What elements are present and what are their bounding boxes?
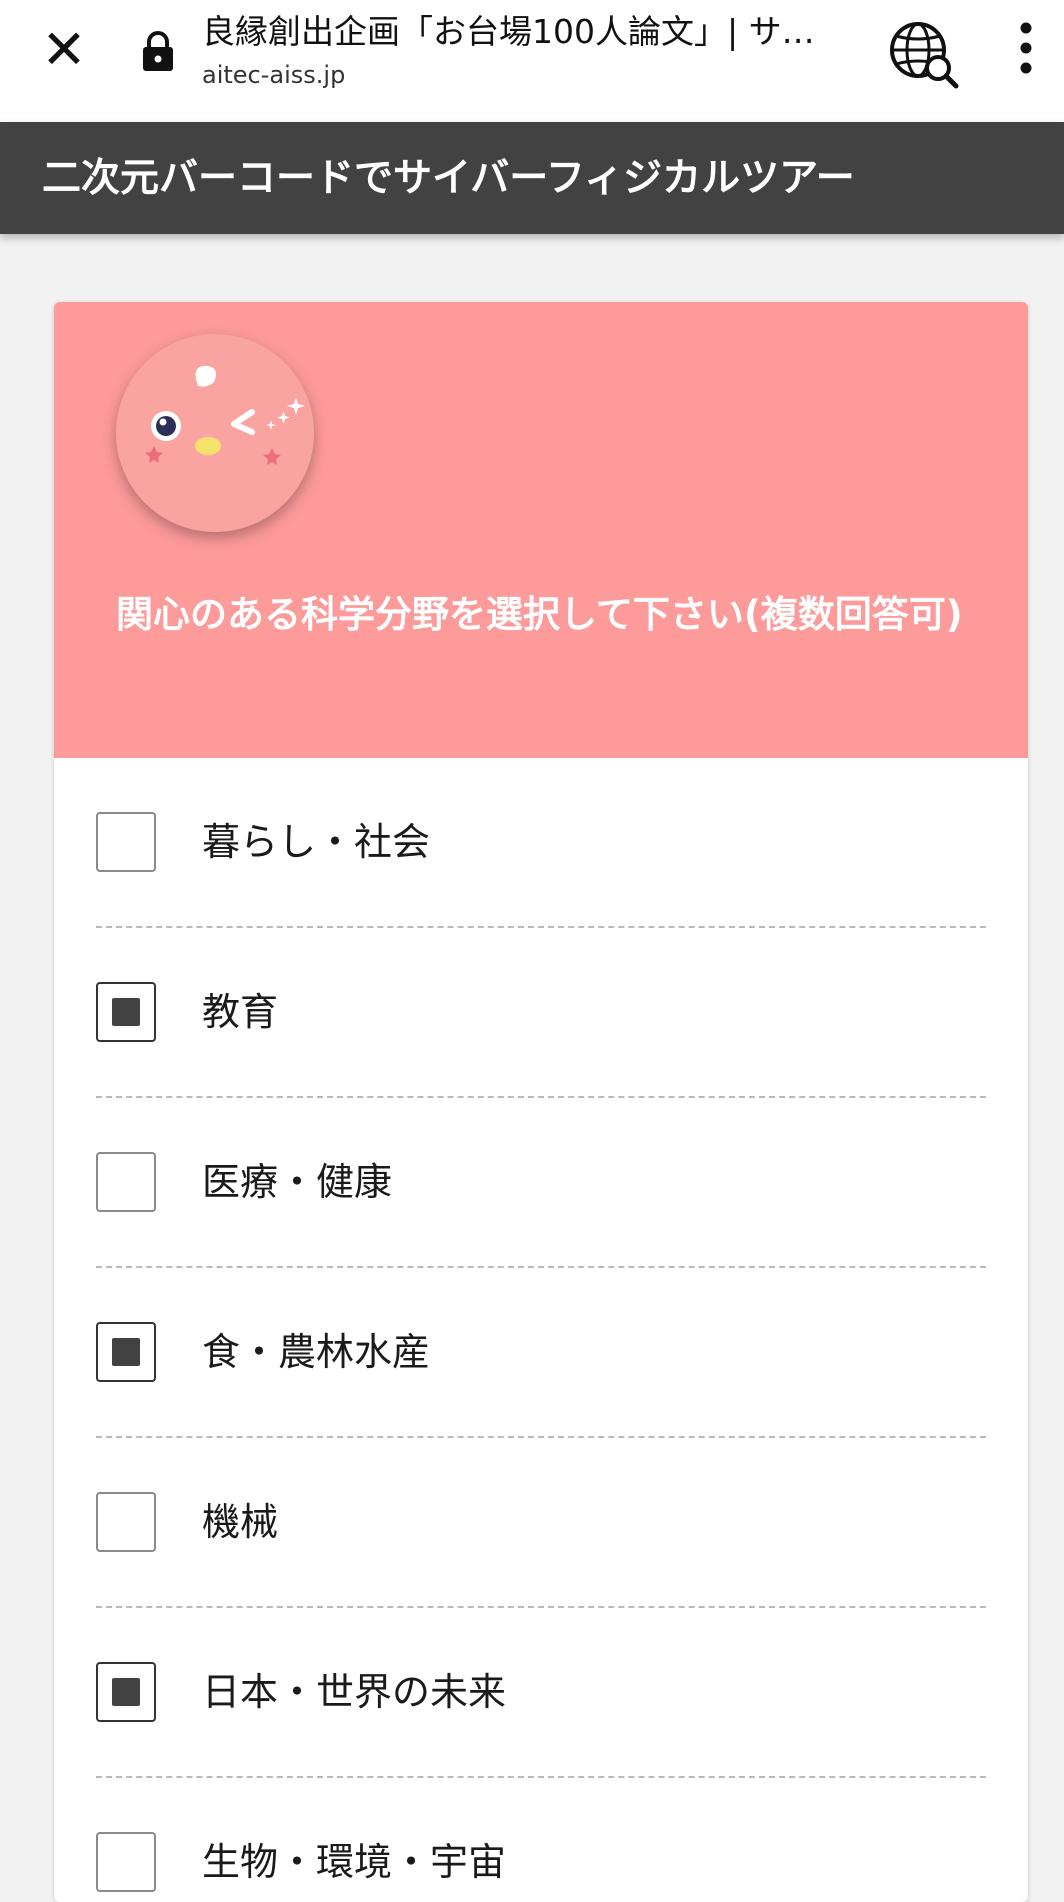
option-item[interactable]: 教育 [96, 928, 986, 1098]
question-text: 関心のある科学分野を選択して下さい(複数回答可) [116, 593, 963, 636]
option-label[interactable]: 日本・世界の未来 [202, 1666, 506, 1718]
option-item[interactable]: 暮らし・社会 [96, 758, 986, 928]
option-label[interactable]: 医療・健康 [202, 1156, 392, 1208]
option-label[interactable]: 教育 [202, 986, 278, 1038]
page-title[interactable]: 良縁創出企画「お台場100人論文」| サ… [202, 8, 862, 56]
option-item[interactable]: 医療・健康 [96, 1098, 986, 1268]
checkmark-icon [112, 1338, 140, 1366]
options-list: 暮らし・社会 教育医療・健康食・農林水産 機械日本・世界の未来 生物・環境・宇宙 [96, 758, 986, 1902]
option-checkbox[interactable] [96, 1152, 156, 1212]
option-checkbox[interactable] [96, 1662, 156, 1722]
site-title: 二次元バーコードでサイバーフィジカルツアー [42, 156, 855, 201]
option-checkbox[interactable] [96, 1492, 156, 1552]
checkmark-icon [112, 998, 140, 1026]
option-label[interactable]: 生物・環境・宇宙 [202, 1836, 506, 1888]
question-header: 関心のある科学分野を選択して下さい(複数回答可) [54, 302, 1028, 758]
checkmark-icon [112, 1678, 140, 1706]
option-label[interactable]: 食・農林水産 [202, 1326, 430, 1378]
option-item[interactable]: 機械 [96, 1438, 986, 1608]
option-checkbox[interactable] [96, 812, 156, 872]
option-checkbox[interactable] [96, 982, 156, 1042]
option-checkbox[interactable] [96, 1832, 156, 1892]
option-checkbox[interactable] [96, 1322, 156, 1382]
browser-toolbar: ✕ 良縁創出企画「お台場100人論文」| サ… aitec-aiss.jp [0, 0, 1064, 122]
option-item[interactable]: 生物・環境・宇宙 [96, 1778, 986, 1902]
more-vert-icon[interactable] [1006, 18, 1046, 82]
option-item[interactable]: 日本・世界の未来 [96, 1608, 986, 1778]
question-card: 関心のある科学分野を選択して下さい(複数回答可) 暮らし・社会 教育医療・健康食・… [54, 302, 1028, 1902]
option-label[interactable]: 機械 [202, 1496, 278, 1548]
close-icon[interactable]: ✕ [36, 22, 92, 78]
mascot-avatar [116, 334, 314, 532]
lock-icon[interactable] [140, 30, 176, 72]
globe-search-icon[interactable] [886, 14, 962, 90]
site-header: 二次元バーコードでサイバーフィジカルツアー [0, 122, 1064, 234]
option-item[interactable]: 食・農林水産 [96, 1268, 986, 1438]
option-label[interactable]: 暮らし・社会 [202, 816, 430, 868]
page-url[interactable]: aitec-aiss.jp [202, 58, 345, 92]
